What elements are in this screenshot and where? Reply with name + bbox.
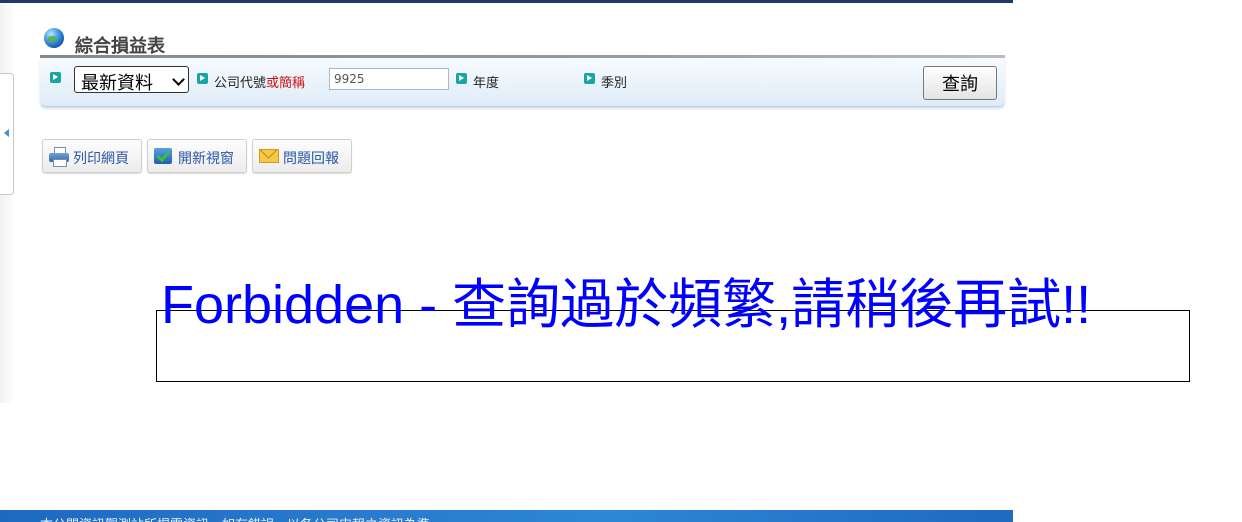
footer-bar: 本公開資訊觀測站所揭露資訊，如有錯誤，以各公司申報之資訊為準。	[0, 510, 1013, 522]
open-new-window-button[interactable]: 開新視窗	[147, 139, 247, 173]
arrow-bullet-icon	[456, 73, 467, 84]
open-new-window-label: 開新視窗	[178, 151, 234, 167]
report-issue-label: 問題回報	[283, 151, 339, 167]
arrow-bullet-icon	[584, 73, 595, 84]
company-name-label-text: 或簡稱	[266, 76, 306, 91]
arrow-bullet-icon	[197, 73, 208, 84]
company-code-label-text: 公司代號	[214, 76, 267, 91]
globe-icon	[44, 28, 64, 48]
printer-icon	[49, 147, 69, 167]
sidebar-rail	[0, 3, 15, 403]
report-issue-button[interactable]: 問題回報	[252, 139, 352, 173]
arrow-bullet-icon	[50, 72, 61, 83]
print-page-button[interactable]: 列印網頁	[42, 139, 142, 173]
period-select[interactable]: 最新資料	[74, 66, 189, 94]
query-button[interactable]: 查詢	[923, 66, 997, 100]
company-code-label: 公司代號或簡稱	[214, 72, 305, 91]
error-message: Forbidden - 查詢過於頻繁,請稍後再試!!	[161, 275, 1092, 335]
chevron-down-icon	[172, 73, 185, 86]
period-select-value: 最新資料	[81, 73, 153, 94]
sidebar-toggle[interactable]	[0, 73, 14, 195]
check-icon	[154, 148, 172, 164]
print-page-label: 列印網頁	[73, 151, 129, 167]
mail-icon	[259, 149, 279, 163]
top-border	[0, 0, 1013, 3]
company-code-input[interactable]	[329, 68, 449, 90]
footer-text: 本公開資訊觀測站所揭露資訊，如有錯誤，以各公司申報之資訊為準。	[40, 514, 443, 522]
season-label: 季別	[601, 76, 628, 91]
error-message-box: Forbidden - 查詢過於頻繁,請稍後再試!!	[156, 278, 1190, 382]
year-label: 年度	[473, 76, 500, 91]
collapse-arrow-icon[interactable]	[4, 129, 9, 137]
